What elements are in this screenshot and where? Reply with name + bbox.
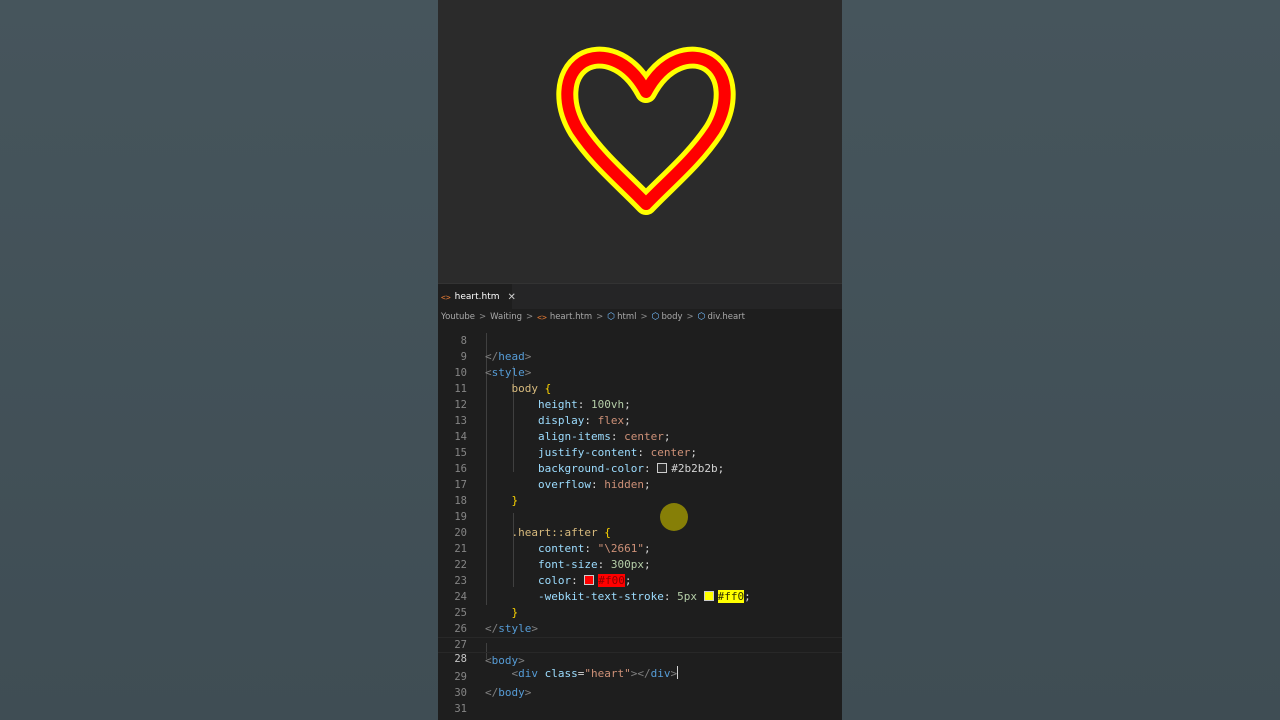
breadcrumb: Youtube > Waiting > <> heart.htm > ⬡ htm… [438, 309, 842, 325]
browser-preview [438, 0, 842, 283]
code-line: 10 body { [438, 349, 842, 395]
chevron-right-icon: > [526, 312, 534, 322]
code-line: 20 content: "\2661"; [438, 509, 842, 555]
breadcrumb-item-div-heart[interactable]: div.heart [708, 312, 745, 322]
mouse-click-indicator [660, 503, 688, 531]
code-line: 30 [438, 669, 842, 699]
code-line: 14 justify-content: center; [438, 413, 842, 459]
element-icon: ⬡ [607, 312, 616, 322]
breadcrumb-item-file[interactable]: heart.htm [550, 312, 592, 322]
code-line: 29 </body> [438, 653, 842, 699]
line-number: 31 [454, 703, 467, 715]
breadcrumb-item-body[interactable]: body [662, 312, 683, 322]
code-line: 23 -webkit-text-stroke: 5px #ff0; [438, 557, 842, 603]
code-line: 24 } [438, 573, 842, 619]
code-line: 18 [438, 477, 842, 507]
code-line: 16 overflow: hidden; [438, 445, 842, 491]
breadcrumb-item-youtube[interactable]: Youtube [441, 312, 475, 322]
code-line: 9 <style> [438, 333, 842, 379]
html-file-icon: <> [441, 292, 451, 302]
code-line: 31 </html> [438, 685, 842, 720]
heart-glyph [556, 46, 736, 215]
editor-tab-bar: <> heart.htm ✕ [438, 283, 842, 310]
tab-heart-htm[interactable]: <> heart.htm ✕ [438, 284, 516, 310]
code-line-active: 28 <div class="heart"></div> [438, 637, 842, 680]
code-line: 27 <body> [438, 621, 842, 667]
video-side-panel-left [0, 0, 438, 720]
close-icon[interactable]: ✕ [508, 292, 516, 303]
code-line: 11 height: 100vh; [438, 365, 842, 411]
code-editor[interactable]: 8 </head> 9 <style> 10 body { 11 height:… [438, 325, 842, 720]
code-line: 15 background-color: #2b2b2b; [438, 429, 842, 475]
chevron-right-icon: > [686, 312, 694, 322]
chevron-right-icon: > [640, 312, 648, 322]
element-icon: ⬡ [697, 312, 706, 322]
video-side-panel-right [842, 0, 1280, 720]
code-line: 17 } [438, 461, 842, 507]
chevron-right-icon: > [596, 312, 604, 322]
breadcrumb-item-waiting[interactable]: Waiting [490, 312, 522, 322]
tab-label: heart.htm [454, 292, 500, 302]
code-line: 26 [438, 605, 842, 635]
element-icon: ⬡ [651, 312, 660, 322]
code-line: 8 </head> [438, 325, 842, 363]
heart-outline [556, 46, 736, 215]
html-file-icon: <> [537, 312, 547, 322]
code-line: 25 </style> [438, 589, 842, 635]
code-line: 12 display: flex; [438, 381, 842, 427]
breadcrumb-item-html[interactable]: html [617, 312, 636, 322]
code-line: 13 align-items: center; [438, 397, 842, 443]
chevron-right-icon: > [479, 312, 487, 322]
code-line: 22 color: #f00; [438, 541, 842, 587]
code-line: 21 font-size: 300px; [438, 525, 842, 571]
code-line: 19 .heart::after { [438, 493, 842, 539]
short-video-frame: <> heart.htm ✕ Youtube > Waiting > <> he… [438, 0, 842, 720]
